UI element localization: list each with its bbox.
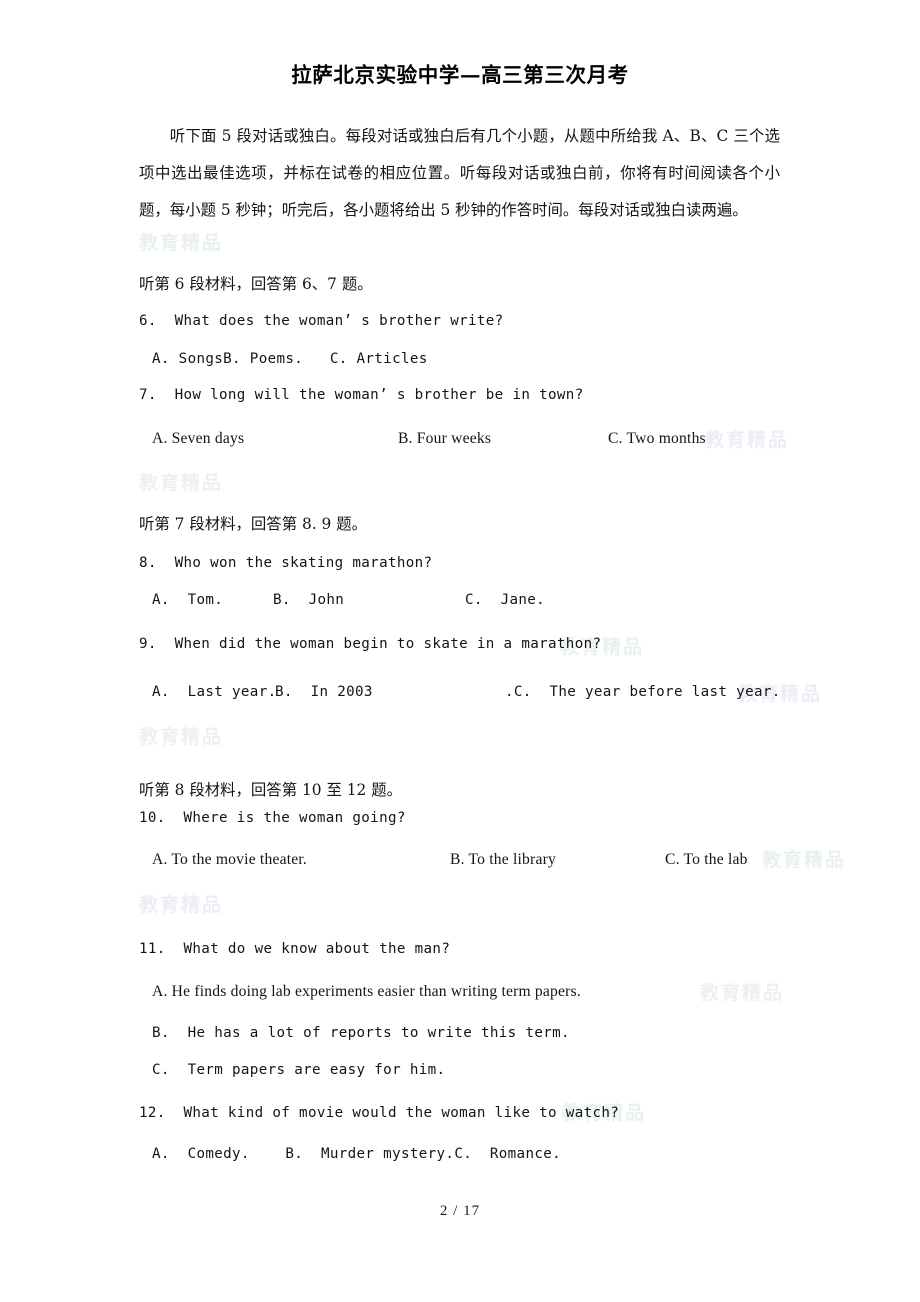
question-8-option-c: C. Jane. [465, 592, 546, 608]
question-9-option-b: B. In 2003 [275, 684, 373, 700]
watermark: 教育精品 [139, 232, 224, 254]
question-stem-8: 8. Who won the skating marathon? [139, 555, 433, 571]
watermark: 教育精品 [762, 849, 847, 871]
question-7-option-b: B. Four weeks [398, 430, 492, 447]
listening-instructions: 听下面 5 段对话或独白。每段对话或独白后有几个小题，从题中所给我 A、B、C … [139, 127, 780, 219]
question-9-option-a: A. Last year. [152, 684, 277, 700]
question-stem-12: 12. What kind of movie would the woman l… [139, 1105, 620, 1121]
question-11-option-c: C. Term papers are easy for him. [152, 1062, 446, 1078]
question-12-options: A. Comedy. B. Murder mystery.C. Romance. [152, 1146, 562, 1162]
question-8-option-b: B. John [273, 592, 345, 608]
watermark: 教育精品 [139, 726, 224, 748]
question-8-option-a: A. Tom. [152, 592, 224, 608]
question-9-option-c: .C. The year before last year. [505, 684, 781, 700]
question-7-option-c: C. Two months [608, 430, 706, 447]
question-6-options: A. SongsB. Poems. C. Articles [152, 351, 428, 367]
question-stem-10: 10. Where is the woman going? [139, 810, 406, 826]
page-number-footer: 2 / 17 [439, 1203, 481, 1219]
watermark: 教育精品 [705, 429, 790, 451]
question-11-option-b: B. He has a lot of reports to write this… [152, 1025, 570, 1041]
question-10-option-a: A. To the movie theater. [152, 851, 307, 868]
question-10-option-b: B. To the library [450, 851, 556, 868]
question-7-option-a: A. Seven days [152, 430, 245, 447]
question-11-option-a: A. He finds doing lab experiments easier… [152, 983, 581, 1000]
question-stem-6: 6. What does the woman’ s brother write? [139, 313, 504, 329]
section-heading-8: 听第 8 段材料，回答第 10 至 12 题。 [139, 781, 403, 799]
question-stem-7: 7. How long will the woman’ s brother be… [139, 387, 584, 403]
question-stem-9: 9. When did the woman begin to skate in … [139, 636, 602, 652]
watermark: 教育精品 [139, 472, 224, 494]
watermark: 教育精品 [139, 894, 224, 916]
watermark: 教育精品 [700, 982, 785, 1004]
question-10-option-c: C. To the lab [665, 851, 748, 868]
page-title: 拉萨北京实验中学—高三第三次月考 [291, 63, 629, 87]
section-heading-6: 听第 6 段材料，回答第 6、7 题。 [139, 275, 373, 293]
section-heading-7: 听第 7 段材料，回答第 8. 9 题。 [139, 515, 368, 533]
document-page: 拉萨北京实验中学—高三第三次月考 听下面 5 段对话或独白。每段对话或独白后有几… [0, 0, 920, 1302]
question-stem-11: 11. What do we know about the man? [139, 941, 451, 957]
